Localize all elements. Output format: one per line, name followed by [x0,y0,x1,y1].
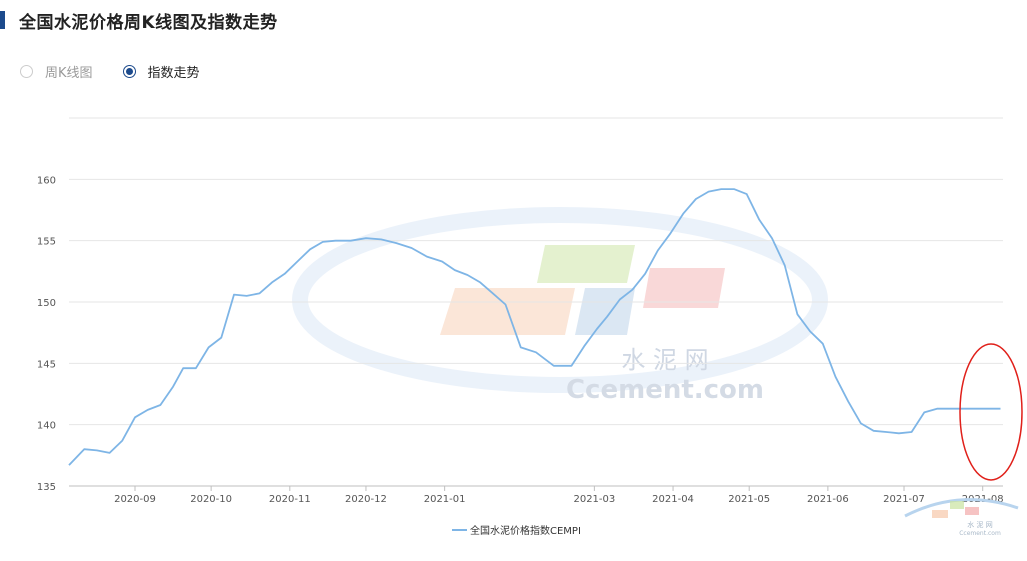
y-tick-label: 150 [37,298,56,309]
corner-logo-tile-orange [932,510,948,518]
watermark-logo: 水 泥 网 Ccement.com [292,207,828,405]
corner-logo: 水 泥 网 Ccement.com [904,498,1019,537]
y-tick-label: 155 [37,237,56,248]
x-tick-label: 2021-03 [573,494,615,505]
x-tick-label: 2021-07 [883,494,925,505]
x-tick-label: 2020-11 [269,494,311,505]
x-axis: 2020-09 2020-10 2020-11 2020-12 2021-01 2021-… [69,485,1004,505]
x-tick-label: 2021-05 [728,494,770,505]
index-trend-chart: 水 泥 网 Ccement.com 135 140 145 150 155 160 202… [37,117,1023,537]
legend[interactable]: 全国水泥价格指数CEMPI [452,524,581,537]
y-tick-label: 135 [37,482,56,493]
x-tick-label: 2021-04 [652,494,694,505]
x-tick-label: 2020-12 [345,494,387,505]
y-tick-label: 145 [37,359,56,370]
corner-logo-cn-text: 水 泥 网 [967,520,992,529]
y-tick-label: 140 [37,421,56,432]
watermark-en-text: Ccement.com [566,375,764,405]
x-tick-label: 2020-09 [114,494,156,505]
corner-logo-tile-red [965,507,979,515]
x-tick-label: 2021-01 [424,494,466,505]
watermark-cn-text: 水 泥 网 [621,346,708,374]
x-tick-label: 2021-06 [807,494,849,505]
highlight-ellipse [959,343,1023,481]
y-axis-ticks: 135 140 145 150 155 160 [37,175,56,493]
corner-logo-tile-green [950,501,964,509]
y-tick-label: 160 [37,175,56,186]
corner-logo-en-text: Ccement.com [959,530,1001,537]
watermark-tile-green [537,245,635,283]
x-tick-label: 2020-10 [190,494,232,505]
legend-label[interactable]: 全国水泥价格指数CEMPI [470,524,581,537]
